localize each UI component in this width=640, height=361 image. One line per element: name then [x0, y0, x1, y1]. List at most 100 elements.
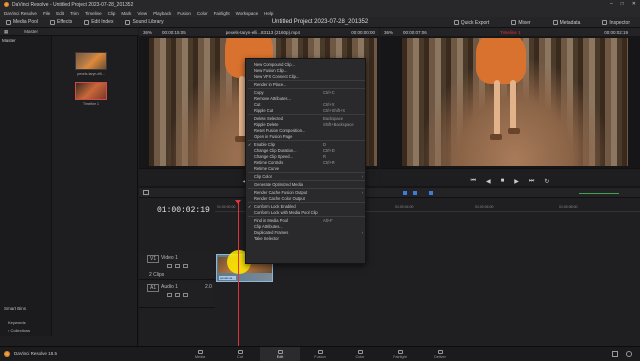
menu-color[interactable]: Color	[197, 11, 208, 16]
menu-help[interactable]: Help	[264, 11, 273, 16]
menu-item[interactable]: Retime Curve	[246, 165, 367, 171]
menu-item[interactable]: Generate Optimized Media	[246, 181, 367, 187]
track-id-v1[interactable]: V1	[147, 255, 160, 263]
menu-item-label: Change Clip Duration...	[254, 147, 297, 153]
timeline-zoom[interactable]: 36%	[384, 30, 393, 35]
tab-media[interactable]: Media	[180, 347, 220, 361]
loop-icon[interactable]: ↻	[544, 178, 549, 185]
flag-icon[interactable]	[429, 191, 433, 195]
checkmark-icon: ✓	[248, 141, 252, 147]
skip-start-icon[interactable]: ⏮	[471, 178, 476, 185]
master-header: Master	[24, 29, 39, 34]
track-solo-icon[interactable]	[175, 293, 180, 297]
track-mute-icon[interactable]	[183, 293, 188, 297]
menu-item[interactable]: Open in Fusion Page	[246, 133, 367, 139]
smart-bins-header: Smart Bins	[4, 306, 27, 311]
track-visible-icon[interactable]	[175, 264, 180, 268]
smart-bin-collections[interactable]: › Collections	[8, 328, 30, 333]
maximize-icon[interactable]: □	[621, 1, 624, 7]
timeline-scrub-bar[interactable]	[380, 168, 640, 176]
snapping-icon[interactable]	[403, 191, 407, 195]
inspector-button[interactable]: Inspector	[596, 17, 636, 28]
close-icon[interactable]: ✕	[632, 1, 636, 7]
menu-item[interactable]: New VFX Connect Clip...	[246, 73, 367, 79]
timeline-current-tc: 00:00:02:19	[604, 29, 628, 35]
menu-item-label: Ripple Delete	[254, 121, 279, 127]
menu-item-label: Clip Attributes...	[254, 223, 283, 229]
media-clip-caption: pexels-taryn-elli...	[77, 72, 105, 76]
menu-item[interactable]: Render Cache Color Output	[246, 195, 367, 201]
track-name-audio[interactable]: Audio 1	[161, 284, 178, 290]
timeline-name[interactable]: Timeline 1	[500, 30, 521, 35]
track-lock-icon[interactable]	[167, 264, 172, 268]
tab-fairlight[interactable]: Fairlight	[380, 347, 420, 361]
clip-grid: pexels-taryn-elli... Timeline 1	[53, 36, 138, 336]
playhead[interactable]	[238, 202, 239, 346]
bin-master[interactable]: Master	[2, 38, 16, 43]
menu-davinci[interactable]: DaVinci Resolve	[4, 11, 37, 16]
menu-fairlight[interactable]: Fairlight	[214, 11, 230, 16]
menu-playback[interactable]: Playback	[153, 11, 171, 16]
linked-selection-icon[interactable]	[413, 191, 417, 195]
menu-mark[interactable]: Mark	[121, 11, 131, 16]
mixer-button[interactable]: Mixer	[505, 17, 536, 28]
menu-item[interactable]: Take Selector	[246, 235, 367, 241]
effects-button[interactable]: Effects	[44, 17, 78, 28]
mixer-icon	[511, 20, 517, 25]
home-icon[interactable]	[612, 351, 618, 357]
tab-edit[interactable]: Edit	[260, 347, 300, 361]
menu-item-shortcut: Ctrl+X	[323, 101, 335, 107]
tab-cut[interactable]: Cut	[220, 347, 260, 361]
menu-clip[interactable]: Clip	[108, 11, 116, 16]
menu-item-label: Reset Fusion Composition...	[254, 127, 306, 133]
menu-fusion[interactable]: Fusion	[177, 11, 191, 16]
menu-timeline[interactable]: Timeline	[85, 11, 102, 16]
tab-color[interactable]: Color	[340, 347, 380, 361]
menu-item[interactable]: Conform Lock with Media Pool Clip	[246, 209, 367, 215]
track-id-a1[interactable]: A1	[147, 284, 160, 292]
sound-library-icon	[125, 19, 131, 25]
page-tabs: Media Cut Edit Fusion Color Fairlight De…	[180, 347, 460, 361]
menu-item[interactable]: Clip Color ›	[246, 173, 367, 179]
play-icon[interactable]: ▶	[514, 178, 519, 185]
menu-view[interactable]: View	[137, 11, 147, 16]
menu-item-label: Cut	[254, 101, 261, 107]
stop-icon[interactable]: ■	[501, 178, 505, 184]
app-logo-icon	[4, 2, 9, 7]
source-zoom[interactable]: 36%	[143, 30, 152, 35]
menu-trim[interactable]: Trim	[70, 11, 79, 16]
select-tool-icon[interactable]	[143, 190, 149, 195]
track-film-icon[interactable]	[183, 264, 188, 268]
sound-library-button[interactable]: Sound Library	[119, 17, 169, 28]
media-clip-thumbnail[interactable]	[75, 52, 107, 70]
tab-media-label: Media	[194, 354, 206, 359]
program-frame	[402, 38, 628, 166]
settings-icon[interactable]	[626, 351, 632, 357]
skip-end-icon[interactable]: ⏭	[529, 178, 534, 185]
menu-item-label: Render in Place...	[254, 81, 287, 87]
timeline-thumbnail[interactable]	[75, 82, 107, 100]
tab-fusion[interactable]: Fusion	[300, 347, 340, 361]
menu-file[interactable]: File	[43, 11, 50, 16]
audio-level-slider[interactable]	[579, 193, 619, 194]
media-pool-icon	[6, 19, 11, 25]
quick-export-button[interactable]: Quick Export	[448, 17, 496, 28]
media-pool-button[interactable]: Media Pool	[0, 17, 44, 28]
edit-index-button[interactable]: Edit Index	[78, 17, 119, 28]
track-lock-icon[interactable]	[167, 293, 172, 297]
minimize-icon[interactable]: –	[610, 1, 613, 7]
play-reverse-icon[interactable]: ◀	[486, 178, 491, 185]
resolve-logo-icon	[4, 351, 10, 357]
ruler-tick: 01:00:08:00	[559, 205, 578, 209]
leg-shape	[510, 80, 516, 130]
timeline-panel: 01:00:02:19 01:00:00:00 01:00:02:00 01:0…	[139, 188, 640, 346]
menu-item[interactable]: Render in Place...	[246, 81, 367, 87]
menu-edit[interactable]: Edit	[56, 11, 64, 16]
track-name-video[interactable]: Video 1	[161, 255, 178, 261]
tab-deliver[interactable]: Deliver	[420, 347, 460, 361]
menu-workspace[interactable]: Workspace	[236, 11, 258, 16]
metadata-button[interactable]: Metadata	[547, 17, 587, 28]
clip-label: pexels-ta...	[219, 276, 236, 280]
smart-bin-keywords[interactable]: Keywords	[8, 320, 26, 325]
menu-item[interactable]: Ripple Cut Ctrl+Shift+X	[246, 107, 367, 113]
